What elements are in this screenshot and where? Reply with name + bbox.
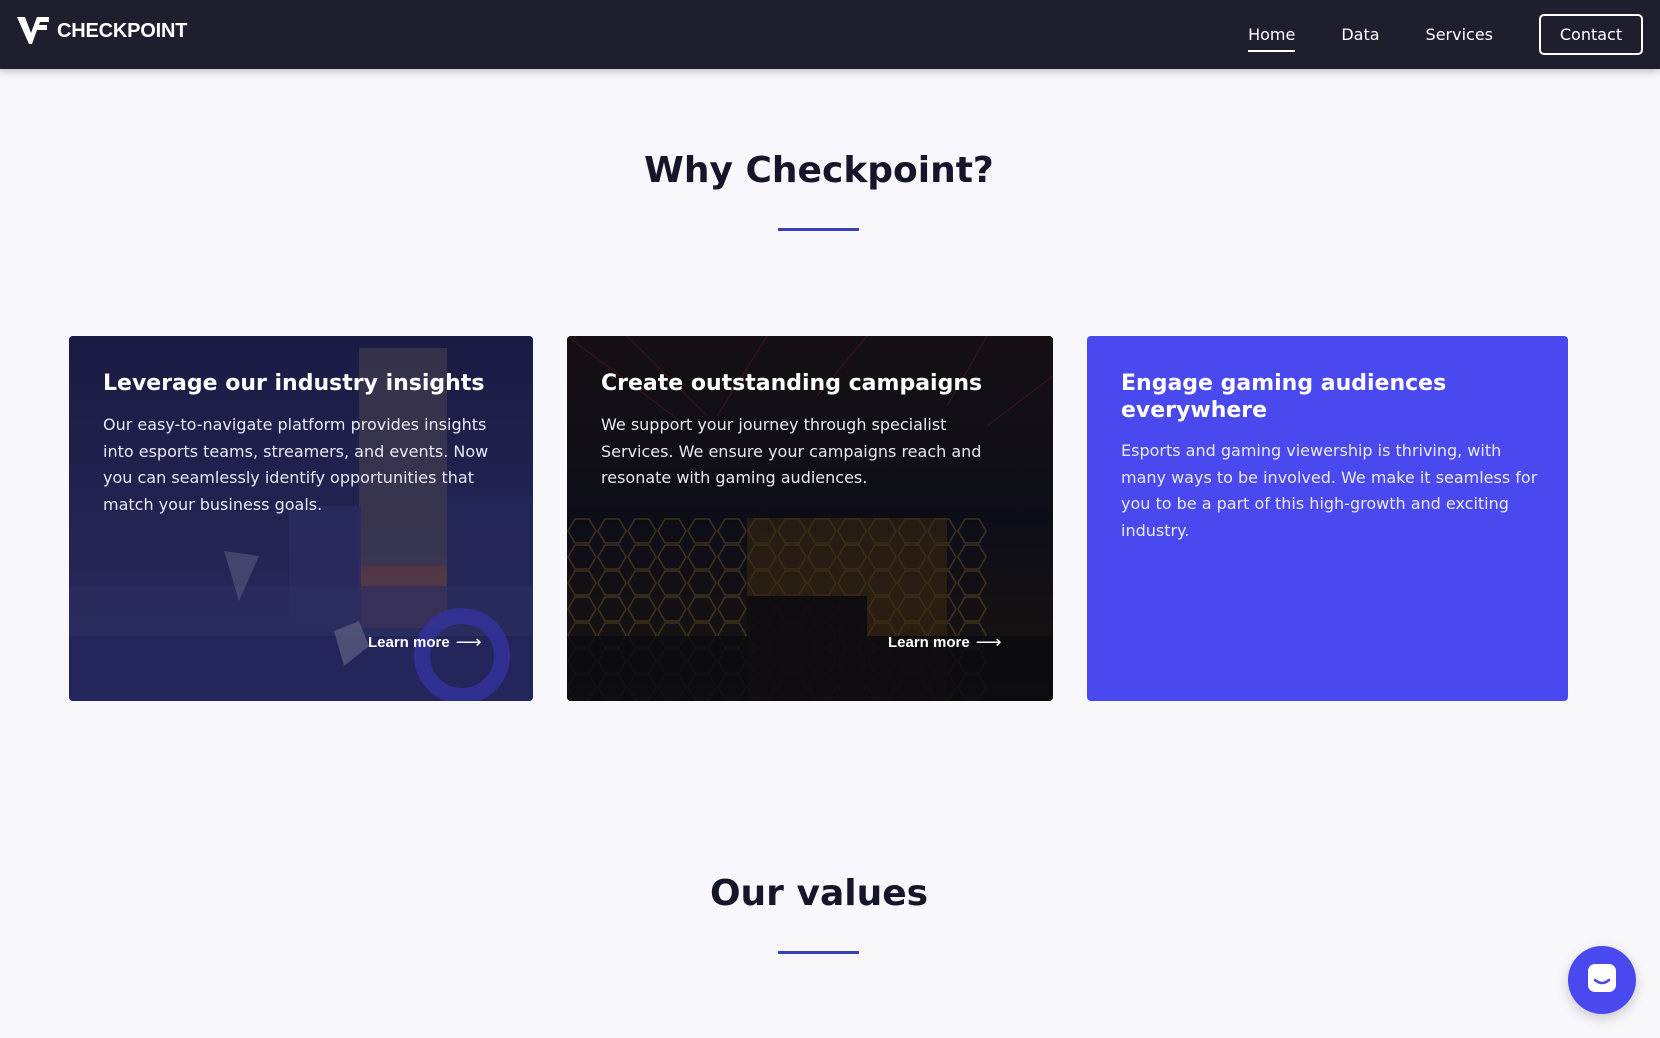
chat-widget-button[interactable] [1568, 946, 1636, 1014]
campaigns-card-title: Create outstanding campaigns [601, 371, 983, 396]
engage-card: Engage gaming audiences everywhere Espor… [1087, 336, 1568, 701]
nav-link-data[interactable]: Data [1341, 17, 1379, 52]
insights-card-text: Our easy-to-navigate platform provides i… [103, 415, 489, 514]
insights-learn-more-label: Learn more [368, 634, 450, 651]
campaigns-learn-more-link[interactable]: Learn more ⟶ [888, 632, 1002, 653]
nav-link-services[interactable]: Services [1426, 17, 1493, 52]
campaigns-card-text: We support your journey through speciali… [601, 415, 982, 487]
values-section-title: Our values [709, 873, 929, 914]
campaigns-learn-more-label: Learn more [888, 634, 970, 651]
contact-button[interactable]: Contact [1539, 14, 1643, 55]
why-title-divider [778, 228, 859, 231]
checkpoint-logo-icon [17, 17, 49, 45]
arrow-right-icon: ⟶ [455, 632, 482, 652]
engage-card-text: Esports and gaming viewership is thrivin… [1121, 441, 1538, 540]
top-navbar: CHECKPOINT Home Data Services Contact [0, 0, 1660, 69]
nav-link-home[interactable]: Home [1248, 17, 1296, 52]
chat-icon [1586, 962, 1618, 998]
insights-learn-more-link[interactable]: Learn more ⟶ [368, 632, 482, 653]
brand-logo-link[interactable]: CHECKPOINT [17, 17, 187, 45]
why-section-title: Why Checkpoint? [644, 150, 994, 191]
arrow-right-icon: ⟶ [975, 632, 1002, 652]
values-title-divider [778, 951, 859, 954]
nav-links: Home Data Services Contact [1248, 0, 1660, 69]
insights-card-title: Leverage our industry insights [103, 371, 485, 396]
brand-name: CHECKPOINT [57, 19, 188, 42]
engage-card-title: Engage gaming audiences everywhere [1121, 371, 1447, 423]
